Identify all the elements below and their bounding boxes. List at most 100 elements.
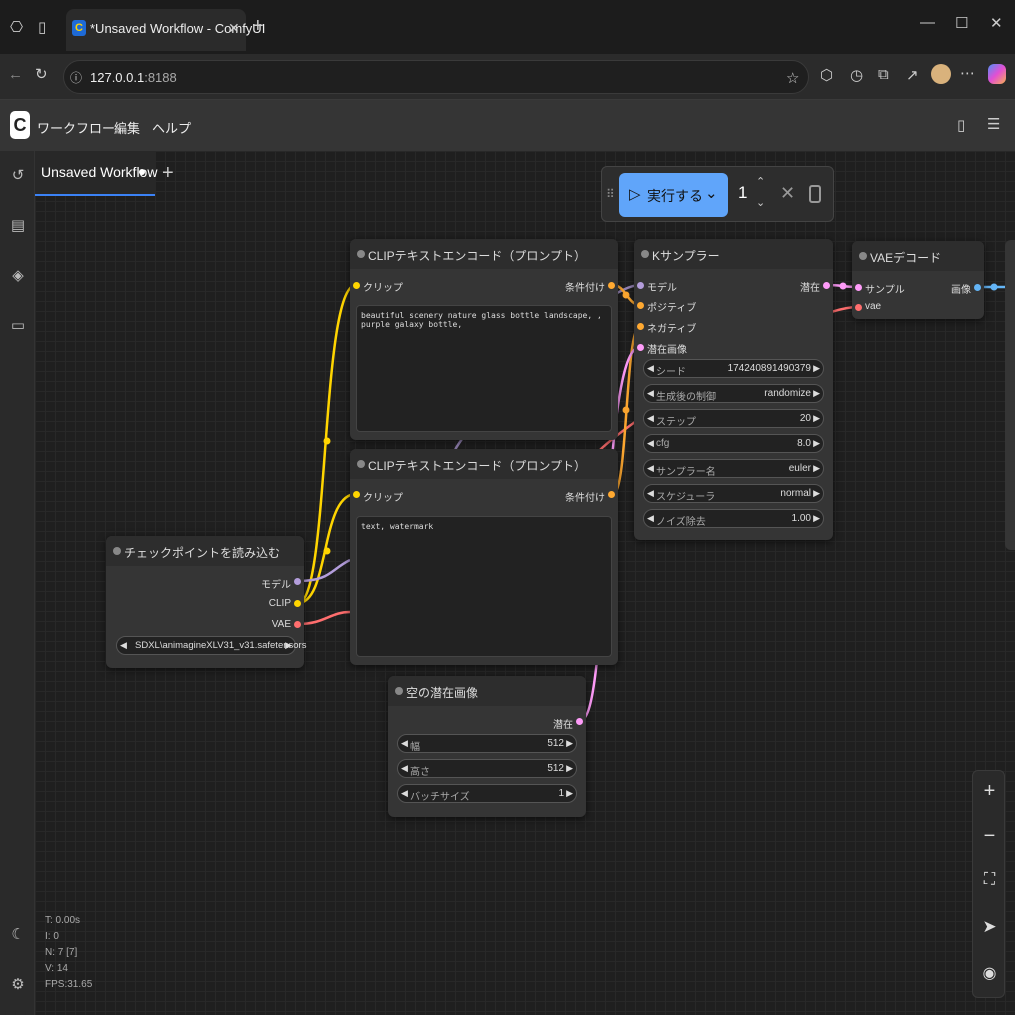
decrement-arrow-icon[interactable]: ◀ [120, 640, 127, 651]
clip-input-pin[interactable] [353, 282, 360, 289]
increment-arrow-icon[interactable]: ▶ [285, 640, 292, 651]
collapse-dot-icon[interactable] [113, 547, 121, 555]
cfg-widget[interactable]: ◀ cfg 8.0 ▶ [643, 434, 824, 453]
select-pointer-icon[interactable]: ➤ [973, 917, 1006, 937]
clip-output-pin[interactable] [294, 600, 301, 607]
latent-output-pin[interactable] [576, 718, 583, 725]
batch-count-input[interactable]: 1 [738, 183, 747, 203]
node-title-bar[interactable]: VAEデコード [852, 241, 984, 271]
fit-view-icon[interactable]: ⛶ [973, 871, 1006, 889]
vae-input-pin[interactable] [855, 304, 862, 311]
conditioning-output-label: 条件付け [565, 493, 605, 504]
increment-arrow-icon[interactable]: ▶ [566, 763, 573, 774]
node-title-bar[interactable]: CLIPテキストエンコード（プロンプト） [350, 449, 618, 479]
link-midpoint [323, 547, 331, 555]
increment-arrow-icon[interactable]: ▶ [813, 388, 820, 399]
empty-latent-image-node[interactable]: 空の潜在画像 潜在 ◀ 幅 512 ▶ ◀ 高さ 512 ▶ ◀ バッチサイズ 1 ▶ [388, 676, 586, 817]
prompt-textarea[interactable]: text, watermark [356, 516, 612, 657]
model-output-label: モデル [261, 580, 291, 591]
decrement-arrow-icon[interactable]: ◀ [401, 788, 408, 799]
negative-input-pin[interactable] [637, 323, 644, 330]
denoise-widget[interactable]: ◀ ノイズ除去 1.00 ▶ [643, 509, 824, 528]
decrement-arrow-icon[interactable]: ◀ [401, 763, 408, 774]
widget-label: ステップ [656, 417, 696, 428]
ksampler-node[interactable]: Kサンプラー モデル ポジティブ ネガティブ 潜在画像 潜在 ◀ シード 17424… [634, 239, 833, 540]
conditioning-output-pin[interactable] [608, 491, 615, 498]
increment-arrow-icon[interactable]: ▶ [813, 413, 820, 424]
clear-queue-icon[interactable] [809, 185, 821, 203]
cancel-icon[interactable]: ✕ [780, 183, 795, 204]
vae-decode-node[interactable]: VAEデコード サンプル vae 画像 [852, 241, 984, 319]
collapse-dot-icon[interactable] [859, 252, 867, 260]
collapse-dot-icon[interactable] [357, 250, 365, 258]
vae-output-pin[interactable] [294, 621, 301, 628]
clip-text-encode-node-negative[interactable]: CLIPテキストエンコード（プロンプト） クリップ 条件付け text, wat… [350, 449, 618, 665]
count-up-icon[interactable]: ⌃ [756, 175, 765, 188]
ckpt-name-widget[interactable]: ◀ SDXL\animagineXLV31_v31.safetensors ▶ [116, 636, 306, 655]
positive-input-pin[interactable] [637, 302, 644, 309]
scheduler-widget[interactable]: ◀ スケジューラ normal ▶ [643, 484, 824, 503]
seed-widget[interactable]: ◀ シード 174240891490379 ▶ [643, 359, 824, 378]
widget-label: 生成後の制御 [656, 392, 716, 403]
link-midpoint [622, 291, 630, 299]
decrement-arrow-icon[interactable]: ◀ [647, 363, 654, 374]
widget-label: シード [656, 367, 686, 378]
link-midpoint [323, 437, 331, 445]
link-midpoint [990, 283, 998, 291]
decrement-arrow-icon[interactable]: ◀ [647, 413, 654, 424]
toggle-links-icon[interactable]: ◉ [973, 963, 1006, 983]
collapse-dot-icon[interactable] [641, 250, 649, 258]
widget-label: cfg [656, 438, 670, 449]
latent-output-pin[interactable] [823, 282, 830, 289]
increment-arrow-icon[interactable]: ▶ [813, 438, 820, 449]
steps-widget[interactable]: ◀ ステップ 20 ▶ [643, 409, 824, 428]
prompt-textarea[interactable]: beautiful scenery nature glass bottle la… [356, 305, 612, 432]
node-title-bar[interactable]: CLIPテキストエンコード（プロンプト） [350, 239, 618, 269]
zoom-in-icon[interactable]: + [973, 780, 1006, 803]
sampler-name-widget[interactable]: ◀ サンプラー名 euler ▶ [643, 459, 824, 478]
zoom-out-icon[interactable]: − [973, 825, 1006, 848]
increment-arrow-icon[interactable]: ▶ [813, 463, 820, 474]
clip-text-encode-node-positive[interactable]: CLIPテキストエンコード（プロンプト） クリップ 条件付け beautiful… [350, 239, 618, 440]
model-input-pin[interactable] [637, 282, 644, 289]
latent-input-pin[interactable] [637, 344, 644, 351]
model-output-pin[interactable] [294, 578, 301, 585]
chevron-down-icon[interactable]: ⌄ [705, 184, 718, 202]
decrement-arrow-icon[interactable]: ◀ [647, 438, 654, 449]
widget-label: スケジューラ [656, 492, 716, 503]
collapse-dot-icon[interactable] [395, 687, 403, 695]
height-widget[interactable]: ◀ 高さ 512 ▶ [397, 759, 577, 778]
count-down-icon[interactable]: ⌄ [756, 196, 765, 209]
increment-arrow-icon[interactable]: ▶ [813, 363, 820, 374]
node-title: VAEデコード [870, 251, 942, 265]
width-widget[interactable]: ◀ 幅 512 ▶ [397, 734, 577, 753]
drag-handle-icon[interactable]: ⠿ [606, 187, 615, 201]
decrement-arrow-icon[interactable]: ◀ [647, 488, 654, 499]
negative-input-label: ネガティブ [647, 324, 697, 335]
increment-arrow-icon[interactable]: ▶ [813, 513, 820, 524]
decrement-arrow-icon[interactable]: ◀ [647, 513, 654, 524]
samples-input-pin[interactable] [855, 284, 862, 291]
increment-arrow-icon[interactable]: ▶ [566, 738, 573, 749]
node-title-bar[interactable]: チェックポイントを読み込む [106, 536, 304, 566]
node-title-bar[interactable]: Kサンプラー [634, 239, 833, 269]
increment-arrow-icon[interactable]: ▶ [566, 788, 573, 799]
save-image-node-edge[interactable] [1005, 240, 1015, 550]
image-output-pin[interactable] [974, 284, 981, 291]
latent-input-label: 潜在画像 [647, 345, 687, 356]
collapse-dot-icon[interactable] [357, 460, 365, 468]
decrement-arrow-icon[interactable]: ◀ [647, 463, 654, 474]
conditioning-output-pin[interactable] [608, 282, 615, 289]
checkpoint-loader-node[interactable]: チェックポイントを読み込む モデル CLIP VAE ◀ SDXL\animagi… [106, 536, 306, 668]
node-title: CLIPテキストエンコード（プロンプト） [368, 459, 586, 473]
control-after-generate-widget[interactable]: ◀ 生成後の制御 randomize ▶ [643, 384, 824, 403]
increment-arrow-icon[interactable]: ▶ [813, 488, 820, 499]
decrement-arrow-icon[interactable]: ◀ [401, 738, 408, 749]
batch-size-widget[interactable]: ◀ バッチサイズ 1 ▶ [397, 784, 577, 803]
decrement-arrow-icon[interactable]: ◀ [647, 388, 654, 399]
stat-fps: FPS:31.65 [45, 979, 93, 990]
run-button[interactable]: ▷ 実行する ⌄ [619, 173, 728, 217]
clip-input-pin[interactable] [353, 491, 360, 498]
node-title-bar[interactable]: 空の潜在画像 [388, 676, 586, 706]
latent-output-label: 潜在 [800, 283, 820, 294]
